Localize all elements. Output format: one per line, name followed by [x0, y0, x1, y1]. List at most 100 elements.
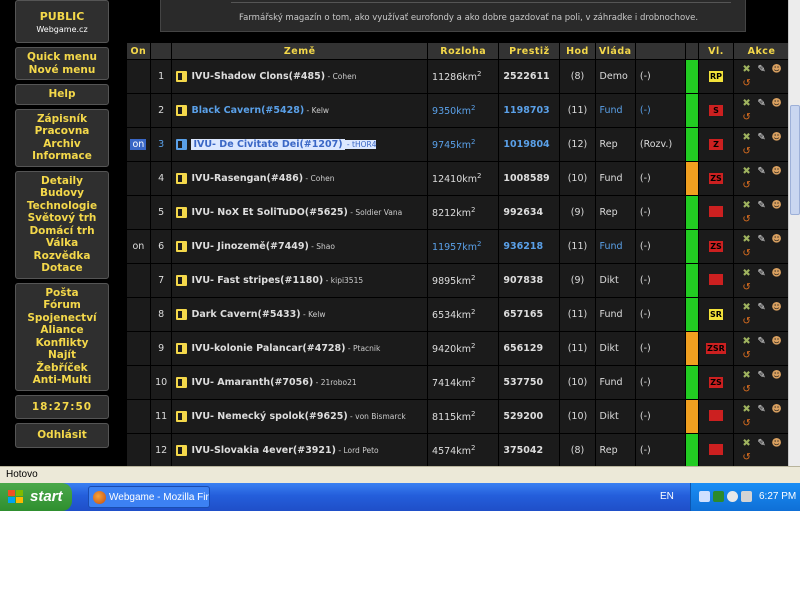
spy-icon[interactable]: ☻ [770, 268, 783, 280]
sidebar-item-v-lka[interactable]: Válka [16, 237, 108, 250]
sidebar-item-aliance[interactable]: Aliance [16, 324, 108, 337]
trade-icon[interactable]: ↺ [740, 316, 753, 328]
sidebar-item-naj-t[interactable]: Najít [16, 349, 108, 362]
edit-icon[interactable]: ✎ [755, 98, 768, 110]
flag-icon[interactable] [176, 71, 188, 82]
sidebar-item-informace[interactable]: Informace [16, 150, 108, 163]
col-hod[interactable]: Hod [560, 43, 595, 59]
sidebar-item-sv-tov-trh[interactable]: Světový trh [16, 212, 108, 225]
brand-subtitle[interactable]: Webgame.cz [16, 24, 108, 37]
country-owner[interactable]: Kelw [308, 310, 325, 319]
flag-icon[interactable] [176, 275, 188, 286]
ad-banner[interactable]: Farmářský magazín o tom, ako využívať eu… [160, 0, 746, 32]
sidebar-item-konflikty[interactable]: Konflikty [16, 337, 108, 350]
attack-icon[interactable]: ✖ [740, 64, 753, 76]
sidebar-item-archiv[interactable]: Archiv [16, 138, 108, 151]
country-name-link[interactable]: IVU-Rasengan(#486) [191, 173, 303, 184]
sidebar-item-spojenectv-[interactable]: Spojenectví [16, 312, 108, 325]
country-name-link[interactable]: IVU-kolonie Palancar(#4728) [191, 343, 345, 354]
spy-icon[interactable]: ☻ [770, 98, 783, 110]
edit-icon[interactable]: ✎ [755, 336, 768, 348]
brand-block[interactable]: PUBLIC Webgame.cz [15, 0, 109, 43]
attack-icon[interactable]: ✖ [740, 234, 753, 246]
antivirus-icon[interactable] [713, 491, 724, 502]
col-vlada[interactable]: Vláda [595, 43, 635, 59]
spy-icon[interactable]: ☻ [770, 302, 783, 314]
edit-icon[interactable]: ✎ [755, 64, 768, 76]
spy-icon[interactable]: ☻ [770, 336, 783, 348]
country-name-link[interactable]: IVU- NoX Et SoliTuDO(#5625) [191, 207, 347, 218]
trade-icon[interactable]: ↺ [740, 350, 753, 362]
trade-icon[interactable]: ↺ [740, 146, 753, 158]
sidebar-item-quick-menu[interactable]: Quick menu [16, 51, 108, 64]
country-owner[interactable]: von Bismarck [355, 412, 406, 421]
country-owner[interactable]: Cohen [333, 72, 357, 81]
col-prestiz[interactable]: Prestiž [499, 43, 560, 59]
country-name-link[interactable]: IVU- Fast stripes(#1180) [191, 275, 323, 286]
attack-icon[interactable]: ✖ [740, 438, 753, 450]
flag-icon[interactable] [176, 207, 188, 218]
sidebar-item-po-ta[interactable]: Pošta [16, 287, 108, 300]
edit-icon[interactable]: ✎ [755, 370, 768, 382]
country-owner[interactable]: Cohen [311, 174, 335, 183]
country-name-link[interactable]: IVU- Jinozemě(#7449) [191, 241, 308, 252]
sidebar-item-dom-c-trh[interactable]: Domácí trh [16, 225, 108, 238]
spy-icon[interactable]: ☻ [770, 234, 783, 246]
sidebar-item-f-rum[interactable]: Fórum [16, 299, 108, 312]
sidebar-item--eb-ek[interactable]: Žebříček [16, 362, 108, 375]
spy-icon[interactable]: ☻ [770, 438, 783, 450]
sidebar-item-help[interactable]: Help [16, 88, 108, 101]
edit-icon[interactable]: ✎ [755, 200, 768, 212]
flag-icon[interactable] [176, 309, 188, 320]
flag-icon[interactable] [176, 343, 188, 354]
edit-icon[interactable]: ✎ [755, 132, 768, 144]
country-name-link[interactable]: IVU- Amaranth(#7056) [191, 377, 313, 388]
page-scrollbar[interactable] [788, 0, 800, 466]
flag-icon[interactable] [176, 411, 188, 422]
logout-link[interactable]: Odhlásit [16, 429, 108, 442]
spy-icon[interactable]: ☻ [770, 404, 783, 416]
trade-icon[interactable]: ↺ [740, 282, 753, 294]
trade-icon[interactable]: ↺ [740, 180, 753, 192]
col-rozloha[interactable]: Rozloha [428, 43, 499, 59]
country-name-link[interactable]: IVU-Shadow Clons(#485) [191, 71, 325, 82]
scrollbar-thumb[interactable] [790, 105, 800, 215]
brand-title[interactable]: PUBLIC [16, 10, 108, 24]
country-name-link[interactable]: Black Cavern(#5428) [191, 105, 304, 116]
country-owner[interactable]: 21robo21 [321, 378, 357, 387]
sidebar-item-nov-menu[interactable]: Nové menu [16, 64, 108, 77]
country-name-link[interactable]: IVU- Nemecký spolok(#9625) [191, 411, 347, 422]
flag-icon[interactable] [176, 139, 188, 150]
col-zeme[interactable]: Země [172, 43, 428, 59]
trade-icon[interactable]: ↺ [740, 452, 753, 464]
trade-icon[interactable]: ↺ [740, 78, 753, 90]
country-owner[interactable]: tHOR4 [352, 140, 377, 149]
country-name-link[interactable]: IVU-Slovakia 4ever(#3921) [191, 445, 336, 456]
spy-icon[interactable]: ☻ [770, 64, 783, 76]
country-owner[interactable]: Soldier Vana [355, 208, 402, 217]
attack-icon[interactable]: ✖ [740, 404, 753, 416]
trade-icon[interactable]: ↺ [740, 384, 753, 396]
attack-icon[interactable]: ✖ [740, 200, 753, 212]
trade-icon[interactable]: ↺ [740, 418, 753, 430]
network-icon[interactable] [699, 491, 710, 502]
messenger-icon[interactable] [727, 491, 738, 502]
spy-icon[interactable]: ☻ [770, 370, 783, 382]
edit-icon[interactable]: ✎ [755, 302, 768, 314]
sidebar-item-budovy[interactable]: Budovy [16, 187, 108, 200]
attack-icon[interactable]: ✖ [740, 98, 753, 110]
sidebar-item-anti-multi[interactable]: Anti-Multi [16, 374, 108, 387]
language-indicator[interactable]: EN [660, 483, 674, 511]
spy-icon[interactable]: ☻ [770, 132, 783, 144]
edit-icon[interactable]: ✎ [755, 166, 768, 178]
sidebar-item-dotace[interactable]: Dotace [16, 262, 108, 275]
attack-icon[interactable]: ✖ [740, 302, 753, 314]
country-owner[interactable]: Ptacnik [353, 344, 380, 353]
banner-text[interactable]: Farmářský magazín o tom, ako využívať eu… [239, 13, 698, 23]
flag-icon[interactable] [176, 105, 188, 116]
edit-icon[interactable]: ✎ [755, 268, 768, 280]
edit-icon[interactable]: ✎ [755, 438, 768, 450]
spy-icon[interactable]: ☻ [770, 200, 783, 212]
attack-icon[interactable]: ✖ [740, 166, 753, 178]
volume-icon[interactable] [741, 491, 752, 502]
